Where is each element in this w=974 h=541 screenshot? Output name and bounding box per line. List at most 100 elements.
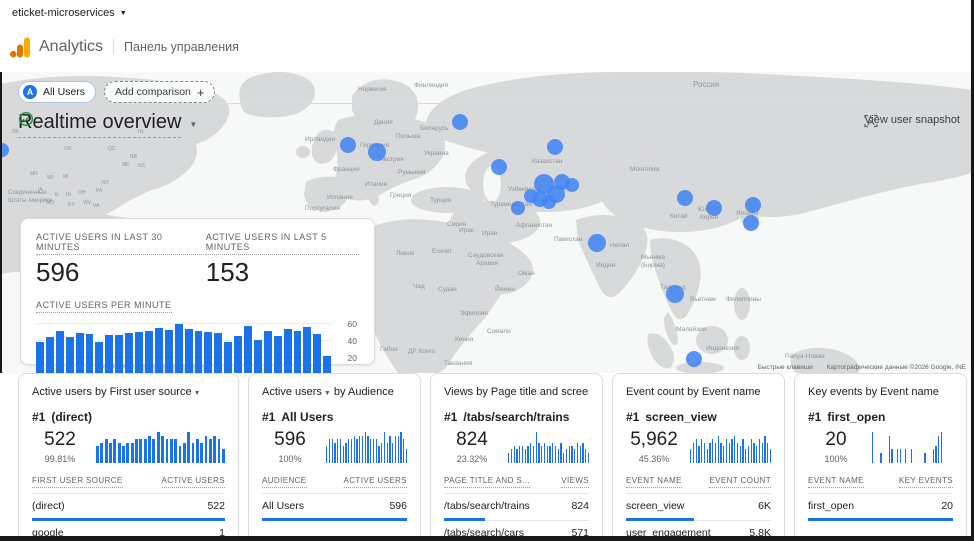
column-header-value[interactable]: VIEWS [561,476,589,488]
minute-bar [185,329,193,373]
minute-bar [323,356,331,373]
card-title-part[interactable]: by [473,386,491,398]
sparkline-bar [326,446,327,463]
map-country-label: WI [47,175,53,181]
status-check-icon [18,111,34,127]
map-country-label: WV [83,200,91,206]
card-title[interactable]: Views by Page title and screen name [444,386,589,398]
table-row: All Users596 [262,494,407,521]
column-header-name[interactable]: EVENT NAME [626,476,682,488]
rank-item-name: first_open [827,410,885,424]
add-comparison-label: Add comparison [115,86,191,98]
row-name: first_open [808,500,854,512]
sparkline-bar [381,443,382,463]
row-proportion-track [32,516,225,521]
map-country-label: Китай [670,213,688,220]
card-title-part[interactable]: Active users [262,386,322,398]
map-country-label: Испания [327,194,353,201]
sparkline-bar [213,436,216,463]
dropdown-caret-icon[interactable]: ▼ [194,390,201,397]
sparkline-bar [742,439,743,463]
row-proportion-track [808,516,953,521]
sparkline-bar [696,439,697,463]
sparkline-bar [519,446,520,463]
column-header-name[interactable]: AUDIENCE [262,476,307,488]
map-country-label: Иран [482,230,498,237]
card-metric-value: 824 [444,429,500,451]
map-country-label: Судан [438,286,457,293]
sparkline-bar [698,446,699,463]
card-title-part[interactable]: Active users [32,386,92,398]
sparkline-bar [105,439,108,463]
sparkline-bar [527,446,528,463]
sparkline-bar [403,439,404,463]
card-title-part[interactable]: by [331,386,348,398]
card-metric-percent: 100% [262,454,318,464]
card-title-part[interactable]: First user source [110,386,192,398]
column-header-value[interactable]: ACTIVE USERS [162,476,225,488]
card-title-part[interactable]: by [684,386,702,398]
sparkline-bar [139,439,142,463]
sparkline-bar [566,449,567,463]
all-users-chip[interactable]: A All Users [18,81,96,103]
card-title-part[interactable]: by [92,386,110,398]
add-comparison-chip[interactable]: Add comparison + [104,81,215,103]
card-title-part[interactable]: Audience [348,386,394,398]
row-proportion-bar [262,518,407,521]
sparkline-bar [731,439,732,463]
card-title[interactable]: Event count by Event name [626,386,771,398]
sparkline-bar [514,446,515,463]
sparkline-bar [563,453,564,463]
card-title[interactable]: Key events by Event name [808,386,953,398]
map-shortcuts-link[interactable]: Быстрые клавиши [758,364,813,371]
column-header-value[interactable]: KEY EVENTS [899,476,953,488]
sparkline-bar [753,443,754,463]
sparkline-bar [745,449,746,463]
map-country-label: Индонезия [706,345,739,352]
map-country-label: Ливия [396,250,415,257]
map-country-label: Саудовская [468,252,504,259]
page-title: Realtime overview [18,111,181,138]
sparkline-bar [362,436,363,463]
sparkline-bar [693,443,694,463]
minute-bar [175,324,183,373]
sparkline-bar [905,449,906,463]
card-title-part[interactable]: Event name [880,386,939,398]
sparkline-bar [400,432,401,463]
card-title-part[interactable]: Page title and screen name [491,386,589,398]
card-title-part[interactable]: Event count [626,386,684,398]
rank-number: #1 [808,410,821,424]
title-dropdown-caret-icon[interactable]: ▼ [189,120,197,129]
column-header-name[interactable]: PAGE TITLE AND S... [444,476,530,488]
dropdown-caret-icon[interactable]: ▼ [324,390,331,397]
sparkline-bar [709,443,710,463]
header-divider [113,39,114,55]
column-header-name[interactable]: FIRST USER SOURCE [32,476,123,488]
sparkline-bar [332,439,333,463]
minute-bar [195,331,203,373]
view-user-snapshot-button[interactable]: View user snapshot [864,114,960,126]
user-snapshot-icon [864,114,878,128]
map-country-label: OH [78,190,86,196]
column-header-value[interactable]: ACTIVE USERS [344,476,407,488]
card-title-part[interactable]: Event name [702,386,761,398]
top-item-rank: #1 first_open [808,410,953,424]
column-header-name[interactable]: EVENT NAME [808,476,864,488]
card-title[interactable]: Active users▼ by Audience [262,386,407,398]
sparkline-bar [889,436,890,463]
minute-bar [125,333,133,373]
project-selector[interactable]: eticket-microservices ▼ [12,7,127,19]
card-title-part[interactable]: Key events [808,386,862,398]
sparkline-bar [348,439,349,463]
column-header-value[interactable]: EVENT COUNT [709,476,771,488]
user-location-dot [565,178,579,192]
card-title-part[interactable]: by [862,386,880,398]
card-title[interactable]: Active users by First user source▼ [32,386,225,398]
rank-number: #1 [32,410,45,424]
map-country-label: Индия [596,262,615,269]
sparkline-bar [144,439,147,463]
card-title-part[interactable]: Views [444,386,473,398]
minute-bar [76,333,84,373]
row-name: (direct) [32,500,65,512]
sparkline-bar [582,443,583,463]
